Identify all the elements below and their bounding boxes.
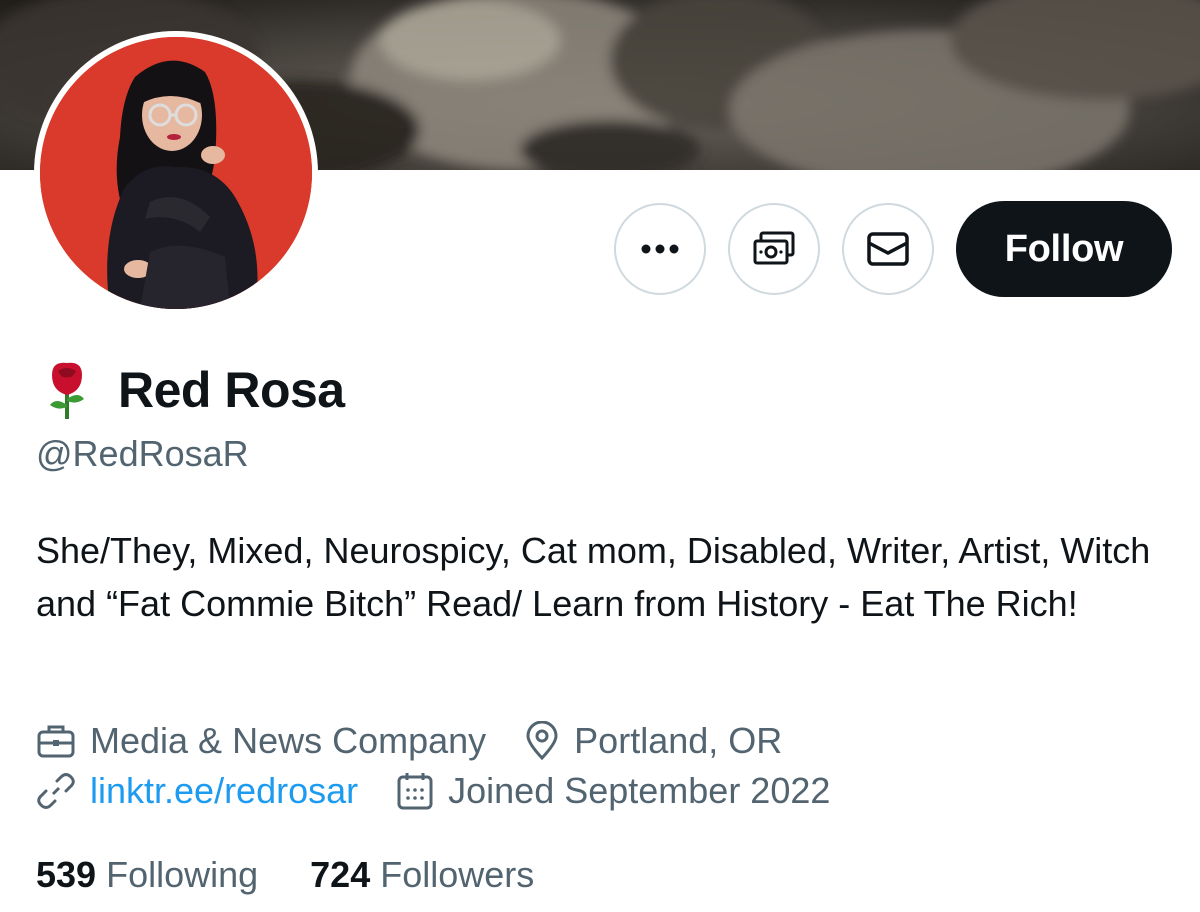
profile-meta-row-1: Media & News Company Portland, OR	[36, 716, 820, 766]
rose-emoji-icon	[50, 362, 84, 419]
following-stat[interactable]: 539 Following	[36, 850, 258, 900]
display-name: Red Rosa	[118, 362, 345, 418]
category-label: Media & News Company	[90, 720, 487, 761]
link-icon	[37, 773, 75, 809]
profile-joined: Joined September 2022	[396, 766, 830, 816]
message-button[interactable]	[842, 203, 934, 295]
more-button[interactable]	[614, 203, 706, 295]
profile-bio: She/They, Mixed, Neurospicy, Cat mom, Di…	[36, 530, 1151, 624]
location-pin-icon	[526, 721, 558, 761]
profile-page: Follow Red Rosa @RedRosaR She/They, Mixe…	[0, 0, 1200, 912]
tip-button[interactable]	[728, 203, 820, 295]
ellipsis-icon	[641, 244, 679, 254]
envelope-icon	[867, 232, 909, 266]
followers-count: 724	[310, 854, 371, 895]
profile-category: Media & News Company	[36, 716, 486, 766]
display-name-row: Red Rosa	[38, 356, 345, 424]
following-count: 539	[36, 854, 97, 895]
followers-label: Followers	[380, 854, 535, 895]
profile-website: linktr.ee/redrosar	[36, 766, 358, 816]
avatar[interactable]	[40, 37, 312, 309]
avatar-border	[34, 31, 318, 315]
profile-actions: Follow	[614, 201, 1172, 297]
calendar-icon	[397, 773, 433, 810]
location-label: Portland, OR	[574, 720, 783, 761]
joined-label: Joined September 2022	[448, 770, 831, 811]
follow-button[interactable]: Follow	[956, 201, 1172, 297]
profile-location: Portland, OR	[524, 716, 782, 766]
website-link[interactable]: linktr.ee/redrosar	[90, 766, 358, 816]
money-icon	[753, 231, 795, 265]
profile-stats: 539 Following 724 Followers	[36, 850, 586, 900]
following-label: Following	[106, 854, 259, 895]
briefcase-icon	[37, 725, 75, 758]
profile-meta-row-2: linktr.ee/redrosar Joined September 2022	[36, 766, 868, 816]
profile-handle: @RedRosaR	[36, 433, 249, 474]
followers-stat[interactable]: 724 Followers	[310, 850, 534, 900]
